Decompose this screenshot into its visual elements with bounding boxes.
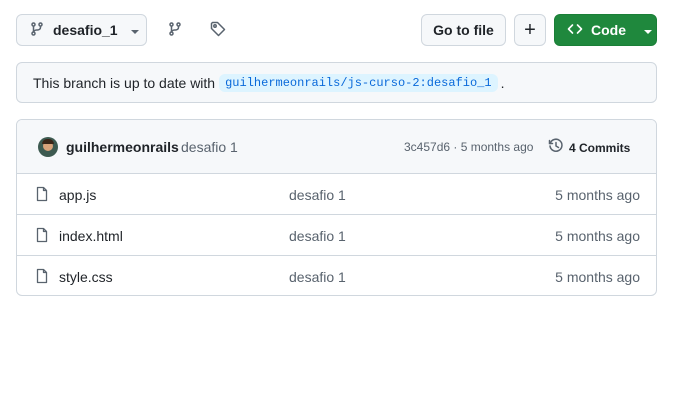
commits-count: 4 Commits bbox=[569, 140, 631, 155]
code-button[interactable]: Code bbox=[554, 14, 657, 46]
repo-toolbar: desafio_1 Go to file + Code bbox=[16, 14, 657, 46]
file-commit-message-link[interactable]: desafio 1 bbox=[289, 269, 346, 285]
file-commit-time: 5 months ago bbox=[555, 228, 640, 244]
banner-text: This branch is up to date with bbox=[33, 74, 216, 91]
branches-button[interactable] bbox=[159, 14, 191, 46]
avatar[interactable] bbox=[38, 137, 58, 157]
commits-history-link[interactable]: 4 Commits bbox=[548, 138, 630, 157]
go-to-file-button[interactable]: Go to file bbox=[421, 14, 506, 46]
chevron-down-icon bbox=[643, 22, 653, 38]
code-icon bbox=[567, 21, 583, 40]
file-commit-time: 5 months ago bbox=[555, 187, 640, 203]
branch-name: desafio_1 bbox=[53, 22, 118, 38]
branch-status-banner: This branch is up to date with guilherme… bbox=[16, 62, 657, 103]
file-browser: guilhermeonrails desafio 1 3c457d6 · 5 m… bbox=[16, 119, 657, 296]
history-icon bbox=[548, 138, 564, 157]
file-commit-time: 5 months ago bbox=[555, 269, 640, 285]
commit-author-link[interactable]: guilhermeonrails bbox=[66, 139, 179, 155]
file-commit-message-link[interactable]: desafio 1 bbox=[289, 187, 346, 203]
code-button-label: Code bbox=[591, 22, 626, 38]
add-file-button[interactable]: + bbox=[514, 14, 546, 46]
file-icon bbox=[34, 186, 50, 202]
branch-selector-button[interactable]: desafio_1 bbox=[16, 14, 147, 46]
latest-commit-row: guilhermeonrails desafio 1 3c457d6 · 5 m… bbox=[17, 120, 656, 174]
file-name-link[interactable]: app.js bbox=[59, 187, 96, 203]
commit-message-link[interactable]: desafio 1 bbox=[181, 139, 238, 155]
table-row: index.html desafio 1 5 months ago bbox=[17, 215, 656, 256]
git-branch-icon bbox=[29, 21, 45, 40]
file-name-link[interactable]: index.html bbox=[59, 228, 123, 244]
file-icon bbox=[34, 227, 50, 243]
chevron-down-icon bbox=[130, 22, 140, 38]
file-icon bbox=[34, 268, 50, 284]
file-name-link[interactable]: style.css bbox=[59, 269, 113, 285]
commit-sha-time[interactable]: 3c457d6 · 5 months ago bbox=[404, 140, 533, 154]
table-row: app.js desafio 1 5 months ago bbox=[17, 174, 656, 215]
tags-button[interactable] bbox=[202, 14, 234, 46]
table-row: style.css desafio 1 5 months ago bbox=[17, 256, 656, 295]
git-branches-icon bbox=[167, 21, 183, 40]
file-commit-message-link[interactable]: desafio 1 bbox=[289, 228, 346, 244]
banner-suffix: . bbox=[500, 74, 505, 91]
upstream-ref-link[interactable]: guilhermeonrails/js-curso-2:desafio_1 bbox=[219, 73, 498, 92]
tag-icon bbox=[210, 21, 226, 40]
